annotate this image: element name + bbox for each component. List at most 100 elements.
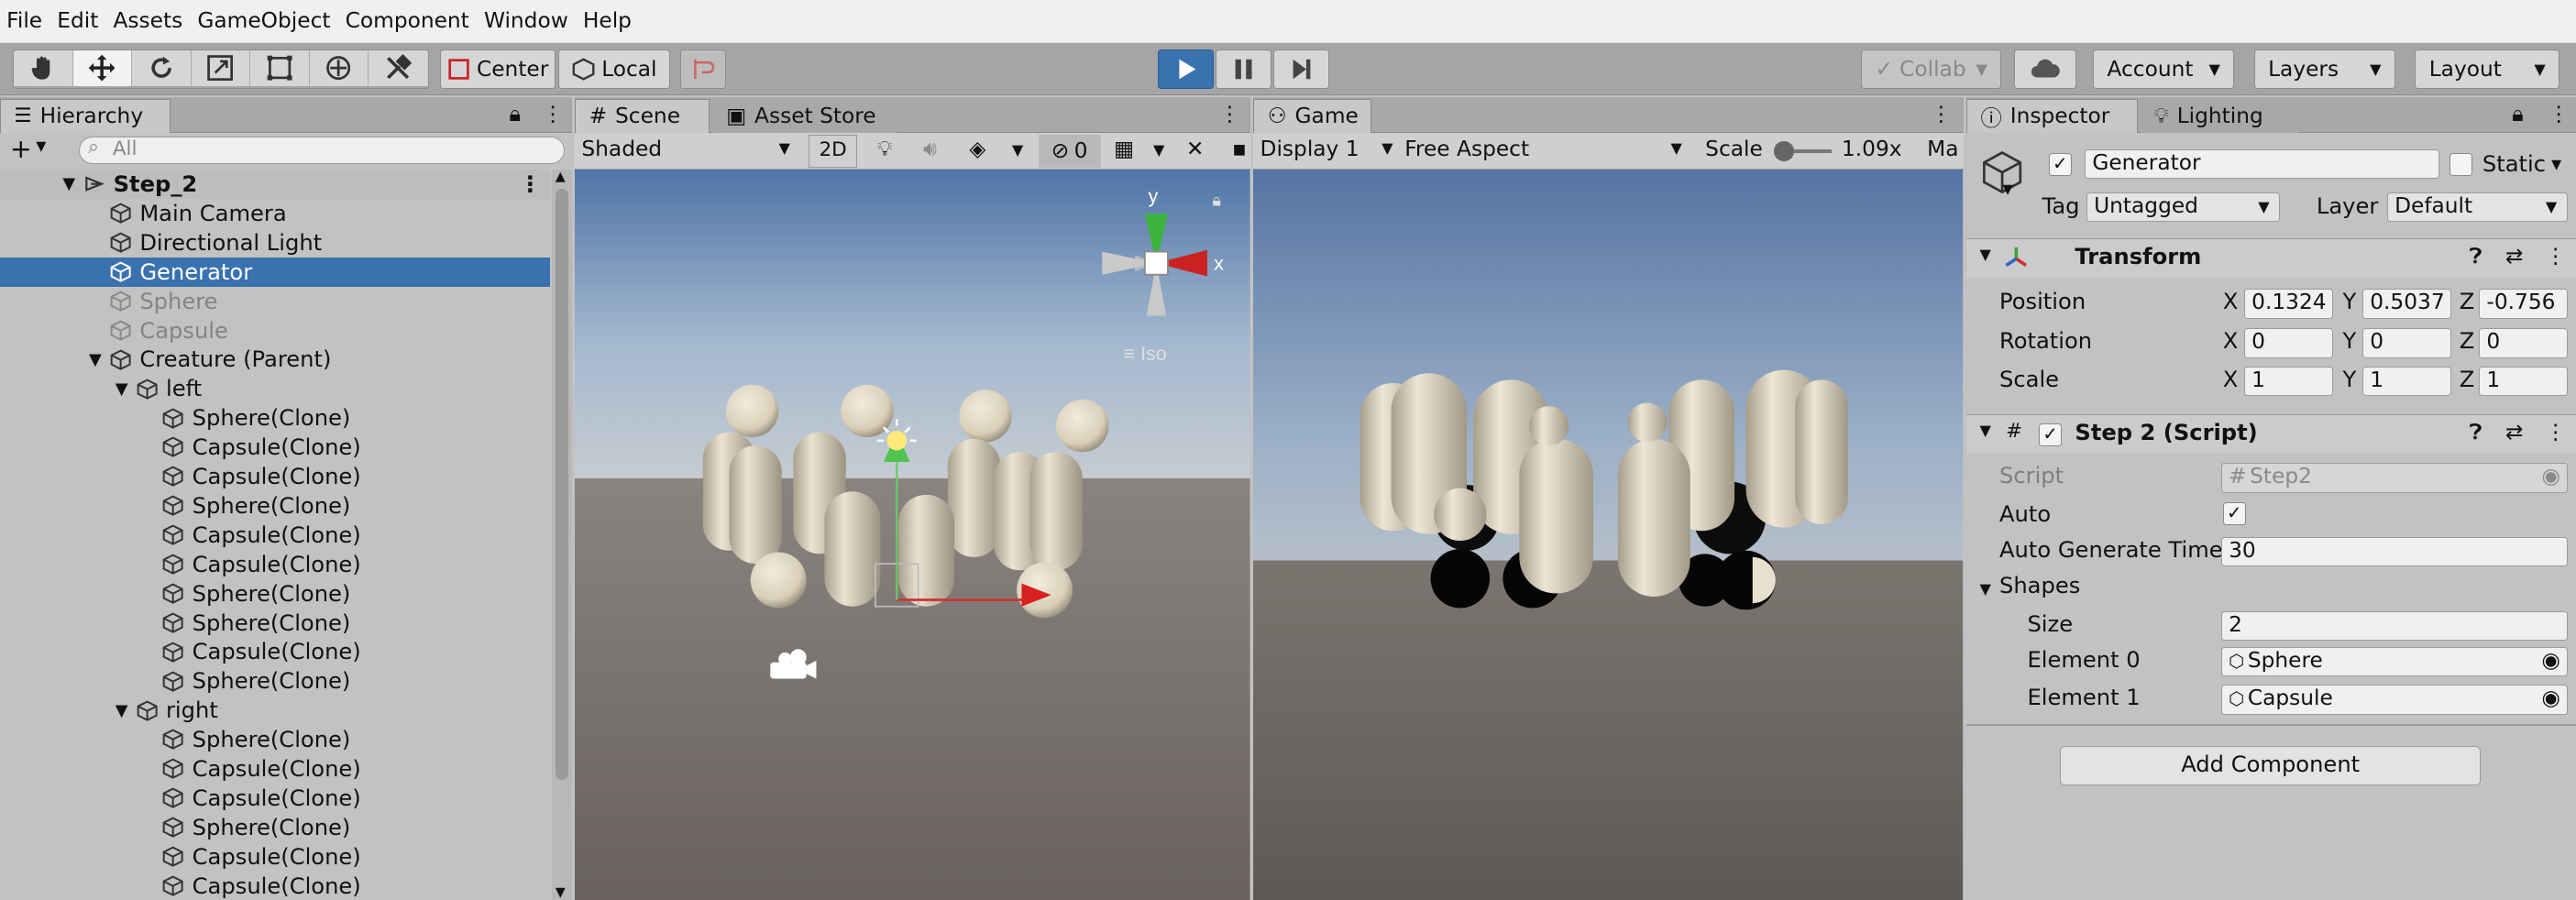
auto-checkbox[interactable]: ✓: [2222, 502, 2246, 526]
lock-icon[interactable]: 🔒︎: [2512, 102, 2523, 126]
menu-file[interactable]: File: [6, 8, 42, 33]
fold-arrow-icon[interactable]: ▼: [1979, 422, 1990, 439]
hidden-objects-toggle[interactable]: ⊘ 0: [1038, 134, 1101, 168]
tab-hierarchy[interactable]: ☰ Hierarchy: [0, 98, 171, 134]
add-component-button[interactable]: Add Component: [2060, 745, 2482, 785]
rect-tool-button[interactable]: [250, 49, 310, 87]
preset-icon[interactable]: ⇄: [2505, 420, 2524, 445]
hierarchy-item[interactable]: Capsule(Clone): [0, 433, 550, 462]
rotate-tool-button[interactable]: [132, 49, 192, 87]
grid-snap-button[interactable]: [679, 49, 727, 89]
tools-icon[interactable]: ✕: [1186, 137, 1205, 161]
component-enabled-checkbox[interactable]: ✓: [2038, 423, 2063, 446]
scene-viewport[interactable]: y x ≡ Iso 🔒︎: [575, 169, 1250, 900]
hierarchy-item[interactable]: Generator: [0, 257, 551, 287]
hierarchy-item[interactable]: Main Camera: [0, 199, 550, 228]
scale-slider[interactable]: [1774, 141, 1833, 161]
object-name-field[interactable]: Generator: [2085, 149, 2440, 180]
audio-toggle-icon[interactable]: 🔊︎: [923, 137, 937, 161]
scroll-up-icon[interactable]: ▲: [556, 170, 566, 184]
fold-arrow-icon[interactable]: ▼: [1979, 246, 1990, 263]
tab-lighting[interactable]: 💡︎ Lighting: [2141, 98, 2299, 134]
lock-icon[interactable]: 🔒︎: [1213, 191, 1222, 210]
slider-thumb[interactable]: [1774, 141, 1794, 161]
scrollbar-thumb[interactable]: [555, 189, 569, 781]
hierarchy-item[interactable]: Capsule(Clone): [0, 637, 550, 666]
menu-help[interactable]: Help: [583, 8, 632, 33]
help-icon[interactable]: ❓︎: [2470, 420, 2482, 445]
scale-y-field[interactable]: 1: [2362, 366, 2451, 396]
sphere-mesh[interactable]: [750, 552, 807, 609]
capsule-mesh[interactable]: [729, 445, 783, 564]
rotation-x-field[interactable]: 0: [2244, 328, 2333, 358]
menu-edit[interactable]: Edit: [57, 8, 98, 33]
help-icon[interactable]: ❓︎: [2470, 244, 2482, 269]
hierarchy-item[interactable]: ▼ Creature (Parent): [0, 345, 550, 374]
position-z-field[interactable]: -0.756: [2479, 289, 2569, 319]
active-checkbox[interactable]: ✓: [2048, 152, 2072, 176]
add-button[interactable]: +: [10, 133, 32, 164]
capsule-mesh[interactable]: [948, 438, 1001, 557]
pause-button[interactable]: [1216, 49, 1272, 89]
layer-dropdown[interactable]: Default ▼: [2386, 192, 2569, 222]
chevron-down-icon[interactable]: ▼: [36, 139, 46, 154]
static-checkbox[interactable]: [2449, 152, 2473, 176]
capsule-mesh[interactable]: [898, 494, 955, 607]
tab-game[interactable]: ⚇ Game: [1253, 98, 1372, 134]
hierarchy-item[interactable]: Capsule(Clone): [0, 872, 550, 900]
auto-generate-time-field[interactable]: 30: [2220, 537, 2569, 567]
capsule-mesh[interactable]: [1029, 451, 1083, 570]
custom-tool-button[interactable]: [369, 49, 428, 87]
fold-arrow-icon[interactable]: ▼: [112, 701, 132, 720]
more-menu-icon[interactable]: ⋮: [1931, 102, 1952, 126]
iso-label[interactable]: ≡ Iso: [1124, 342, 1167, 364]
element-1-field[interactable]: ⬡ Capsule ◉: [2220, 685, 2569, 715]
menu-component[interactable]: Component: [346, 8, 469, 33]
hierarchy-item[interactable]: Sphere(Clone): [0, 725, 550, 754]
lock-icon[interactable]: 🔒︎: [510, 102, 521, 126]
object-picker-icon[interactable]: ◉: [2542, 686, 2560, 712]
cloud-button[interactable]: [2014, 49, 2077, 89]
account-dropdown[interactable]: Account ▼: [2093, 49, 2235, 89]
pivot-space-toggle[interactable]: Local: [558, 49, 671, 89]
hierarchy-item[interactable]: Capsule(Clone): [0, 784, 550, 813]
chevron-down-icon[interactable]: ▼: [1012, 141, 1023, 159]
step-button[interactable]: [1272, 49, 1329, 89]
chevron-down-icon[interactable]: ▼: [2551, 158, 2561, 172]
hierarchy-item[interactable]: ▼ right: [0, 696, 550, 725]
shapes-label[interactable]: Shapes: [1999, 573, 2080, 598]
scroll-down-icon[interactable]: ▼: [556, 885, 566, 900]
hierarchy-item[interactable]: ▼ left: [0, 374, 550, 403]
sphere-mesh[interactable]: [726, 384, 779, 437]
move-tool-button[interactable]: [72, 49, 133, 87]
fold-arrow-icon[interactable]: ▼: [60, 174, 80, 193]
scale-tool-button[interactable]: [191, 49, 251, 87]
effects-toggle-icon[interactable]: ◈: [969, 137, 985, 161]
lighting-toggle-icon[interactable]: 💡︎: [877, 137, 892, 161]
rotation-y-field[interactable]: 0: [2362, 328, 2451, 358]
scale-z-field[interactable]: 1: [2479, 366, 2569, 396]
tab-asset-store[interactable]: ▣ Asset Store: [712, 98, 897, 134]
element-0-field[interactable]: ⬡ Sphere ◉: [2220, 647, 2569, 677]
more-menu-icon[interactable]: ⋮: [519, 171, 541, 197]
fold-arrow-icon[interactable]: ▼: [112, 379, 132, 399]
rotation-z-field[interactable]: 0: [2479, 328, 2569, 358]
grid-toggle-icon[interactable]: ▦: [1114, 137, 1134, 161]
tab-inspector[interactable]: ⓘ Inspector: [1966, 98, 2138, 134]
script-component-header[interactable]: ▼ # ✓ Step 2 (Script) ❓︎ ⇄ ⋮: [1966, 413, 2576, 454]
scene-row[interactable]: ▼ Step_2 ⋮: [0, 169, 551, 199]
menu-window[interactable]: Window: [484, 8, 568, 33]
hierarchy-item[interactable]: Capsule: [0, 315, 550, 345]
hierarchy-item[interactable]: Sphere(Clone): [0, 608, 550, 637]
capsule-mesh[interactable]: [824, 490, 881, 607]
search-input[interactable]: ⌕ All: [79, 136, 566, 165]
menu-assets[interactable]: Assets: [113, 8, 182, 33]
tag-dropdown[interactable]: Untagged ▼: [2086, 192, 2281, 222]
chevron-down-icon[interactable]: ▼: [2003, 182, 2013, 197]
more-menu-icon[interactable]: ⋮: [1219, 102, 1240, 126]
position-x-field[interactable]: 0.1324: [2244, 289, 2333, 319]
fold-arrow-icon[interactable]: ▼: [1979, 580, 1990, 598]
play-button[interactable]: [1158, 49, 1215, 89]
maximize-on-play-toggle[interactable]: Ma: [1927, 137, 1963, 161]
layout-dropdown[interactable]: Layout ▼: [2415, 49, 2560, 89]
